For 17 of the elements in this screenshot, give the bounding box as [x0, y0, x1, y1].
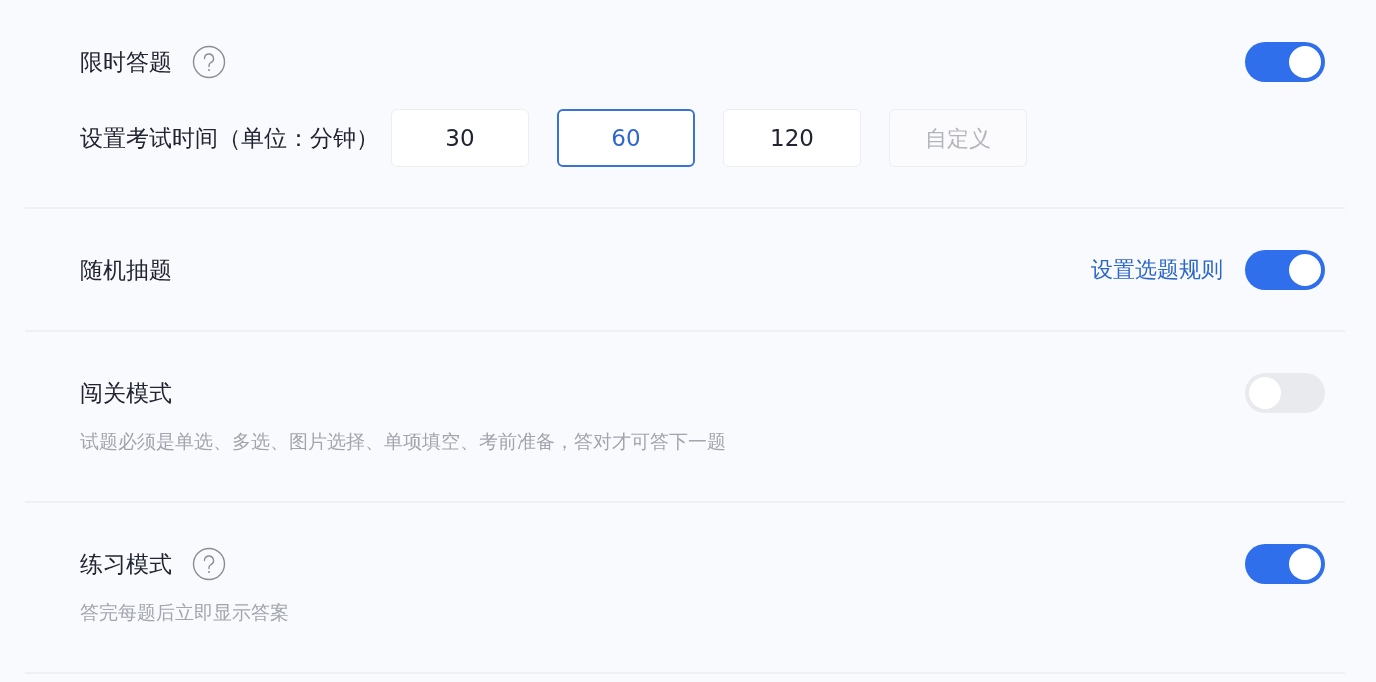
custom-time-field[interactable]: 自定义 — [889, 109, 1027, 167]
time-option[interactable]: 60 — [557, 109, 695, 167]
setting-title: 随机抽题 — [80, 255, 172, 285]
setting-description: 试题必须是单选、多选、图片选择、单项填空、考前准备，答对才可答下一题 — [80, 429, 727, 453]
toggle-switch[interactable] — [1245, 42, 1325, 82]
time-option[interactable]: 30 — [391, 109, 529, 167]
toggle-switch[interactable] — [1245, 544, 1325, 584]
time-label: 设置考试时间（单位：分钟） — [80, 123, 379, 153]
toggle-switch[interactable] — [1245, 250, 1325, 290]
setting-title: 练习模式 — [80, 549, 172, 579]
help-icon[interactable] — [192, 547, 226, 581]
setting-description: 答完每题后立即显示答案 — [80, 600, 290, 624]
rules-link[interactable]: 设置选题规则 — [1091, 255, 1223, 285]
help-icon[interactable] — [192, 45, 226, 79]
setting-title: 限时答题 — [80, 47, 172, 77]
setting-title: 闯关模式 — [80, 378, 172, 408]
time-option[interactable]: 120 — [723, 109, 861, 167]
